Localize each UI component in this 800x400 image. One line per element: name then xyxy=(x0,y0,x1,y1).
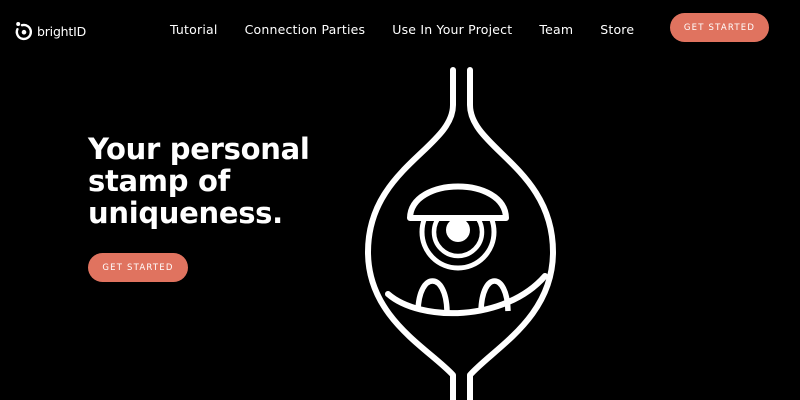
left-tooth xyxy=(415,278,450,312)
hero-get-started-button[interactable]: GET STARTED xyxy=(88,253,188,282)
brightid-logo-icon xyxy=(15,22,33,41)
header-get-started-button[interactable]: GET STARTED xyxy=(670,13,769,42)
nav-item-use-in-your-project[interactable]: Use In Your Project xyxy=(392,22,512,38)
hero-title-line-2: stamp of xyxy=(88,164,230,198)
brand-name-prefix: bright xyxy=(37,23,74,39)
brand-name-suffix: ID xyxy=(73,23,87,39)
nav-item-team[interactable]: Team xyxy=(539,22,573,38)
eyelid xyxy=(407,183,509,221)
nav-item-tutorial[interactable]: Tutorial xyxy=(170,22,218,38)
eye-pupil xyxy=(446,218,470,242)
brand-logo[interactable]: brightID xyxy=(14,20,86,42)
brand-name: brightID xyxy=(37,23,87,39)
creature-mouth xyxy=(385,273,548,317)
landing-page: brightID Tutorial Connection Parties Use… xyxy=(0,0,800,400)
nav-item-store[interactable]: Store xyxy=(600,22,634,38)
one-eyed-creature-illustration xyxy=(365,67,556,400)
hero-title: Your personal stamp of uniqueness. xyxy=(88,133,338,229)
hero-title-line-1: Your personal xyxy=(88,132,310,166)
nav-item-connection-parties[interactable]: Connection Parties xyxy=(245,22,366,38)
hero-title-line-3: uniqueness. xyxy=(88,196,283,230)
main-nav: Tutorial Connection Parties Use In Your … xyxy=(170,22,634,38)
